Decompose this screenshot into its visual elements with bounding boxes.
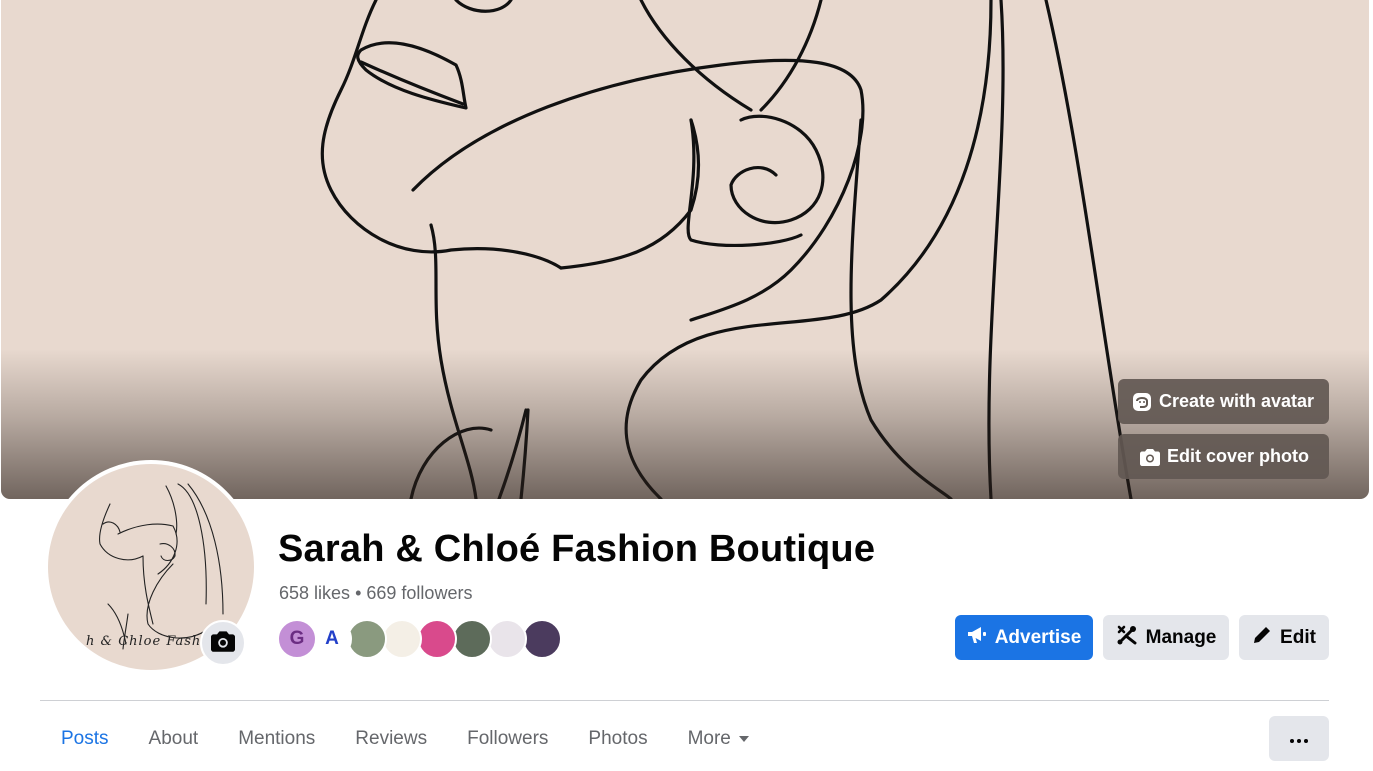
follower-avatar-initial: G bbox=[289, 628, 305, 649]
follower-avatar[interactable] bbox=[487, 619, 527, 659]
ellipsis-icon bbox=[1290, 730, 1308, 748]
manage-label: Manage bbox=[1145, 626, 1217, 648]
advertise-label: Advertise bbox=[994, 626, 1082, 648]
header-divider bbox=[40, 700, 1329, 701]
edit-cover-photo-button[interactable]: Edit cover photo bbox=[1118, 434, 1329, 479]
edit-button[interactable]: Edit bbox=[1239, 615, 1329, 660]
cover-photo[interactable]: Create with avatar Edit cover photo bbox=[1, 0, 1369, 499]
create-with-avatar-label: Create with avatar bbox=[1159, 391, 1315, 411]
edit-label: Edit bbox=[1280, 626, 1316, 648]
page-tabs: Posts About Mentions Reviews Followers P… bbox=[41, 716, 769, 771]
camera-icon bbox=[211, 630, 235, 657]
tab-photos[interactable]: Photos bbox=[568, 716, 667, 762]
advertise-button[interactable]: Advertise bbox=[955, 615, 1093, 660]
edit-cover-photo-label: Edit cover photo bbox=[1167, 446, 1310, 466]
tab-label: Mentions bbox=[238, 728, 316, 749]
tab-label: Posts bbox=[61, 728, 109, 749]
tab-about[interactable]: About bbox=[129, 716, 219, 762]
tab-label: Photos bbox=[588, 728, 648, 749]
tab-label: More bbox=[687, 728, 731, 749]
follower-avatar[interactable]: A bbox=[312, 619, 352, 659]
tab-followers[interactable]: Followers bbox=[447, 716, 568, 762]
follower-avatar[interactable] bbox=[347, 619, 387, 659]
tools-icon bbox=[1116, 624, 1138, 652]
camera-icon bbox=[1140, 447, 1160, 467]
page-title: Sarah & Chloé Fashion Boutique bbox=[278, 528, 876, 570]
more-options-button[interactable] bbox=[1269, 716, 1329, 761]
stats-separator: • bbox=[355, 583, 362, 603]
follower-avatar[interactable]: G bbox=[277, 619, 317, 659]
tab-more[interactable]: More bbox=[668, 716, 769, 762]
pencil-icon bbox=[1252, 625, 1272, 651]
tab-posts[interactable]: Posts bbox=[41, 716, 129, 762]
tab-label: About bbox=[148, 728, 199, 749]
follower-avatar[interactable] bbox=[382, 619, 422, 659]
page-root: Create with avatar Edit cover photo h & … bbox=[0, 0, 1373, 771]
follower-avatar[interactable] bbox=[417, 619, 457, 659]
megaphone-icon bbox=[967, 626, 987, 650]
avatar-sticker-icon bbox=[1132, 392, 1152, 412]
tab-label: Followers bbox=[467, 728, 549, 749]
likes-count[interactable]: 658 likes bbox=[279, 583, 350, 603]
tab-reviews[interactable]: Reviews bbox=[335, 716, 447, 762]
create-with-avatar-button[interactable]: Create with avatar bbox=[1118, 379, 1329, 424]
followers-count[interactable]: 669 followers bbox=[366, 583, 472, 603]
follower-avatar-initial: A bbox=[325, 628, 339, 649]
follower-avatar[interactable] bbox=[522, 619, 562, 659]
tab-mentions[interactable]: Mentions bbox=[218, 716, 335, 762]
caret-down-icon bbox=[738, 736, 749, 742]
follower-avatar[interactable] bbox=[452, 619, 492, 659]
manage-button[interactable]: Manage bbox=[1103, 615, 1229, 660]
page-stats: 658 likes • 669 followers bbox=[279, 583, 472, 604]
update-profile-picture-button[interactable] bbox=[200, 620, 246, 666]
tab-label: Reviews bbox=[355, 728, 428, 749]
follower-avatars: GA bbox=[277, 619, 562, 659]
